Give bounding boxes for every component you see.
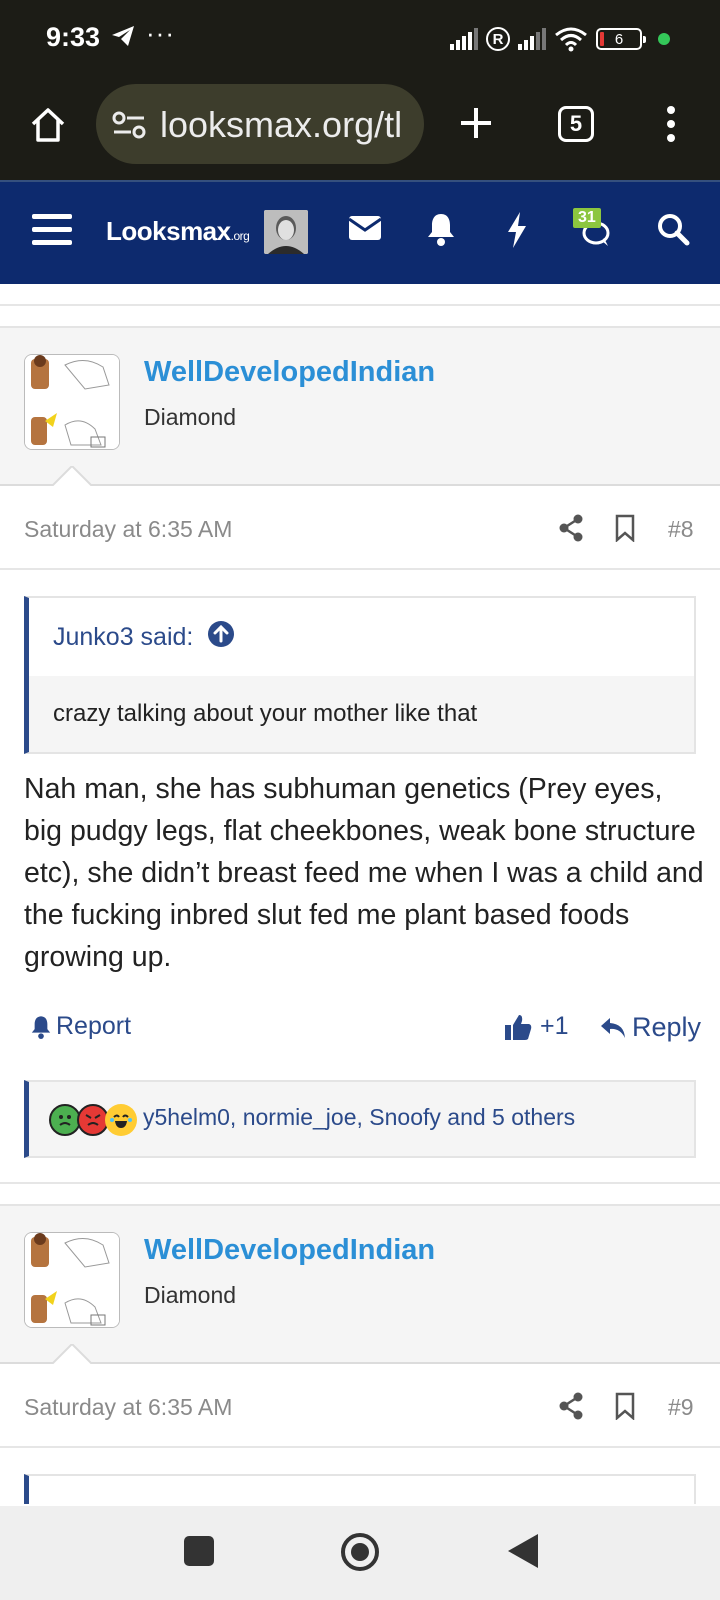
post-separator: [0, 1182, 720, 1204]
report-label: Report: [56, 1012, 132, 1040]
post-date[interactable]: Saturday at 6:35 AM: [24, 1394, 232, 1421]
status-icons: R 6: [450, 24, 670, 54]
quote-block: Junko3 said: crazy talking about your mo…: [24, 596, 696, 754]
post-user-block: WellDevelopedIndian Diamond: [0, 326, 720, 486]
reply-button[interactable]: Reply: [600, 1012, 701, 1043]
new-tab-icon[interactable]: [456, 98, 496, 153]
like-button[interactable]: +1: [504, 1012, 569, 1041]
post-meta: Saturday at 6:35 AM #8: [0, 490, 720, 570]
bell-icon: [31, 1015, 51, 1039]
reply-label: Reply: [632, 1012, 702, 1042]
status-bar: 9:33 ··· R 6: [0, 0, 720, 78]
recents-button[interactable]: [184, 1536, 214, 1566]
signal-icon: [518, 28, 546, 50]
quote-block: [24, 1474, 696, 1504]
battery-level: 6: [614, 30, 624, 48]
thumbs-up-icon: [505, 1014, 532, 1040]
privacy-indicator-icon: [658, 33, 670, 45]
home-icon[interactable]: [28, 105, 68, 150]
user-rank: Diamond: [144, 404, 237, 430]
username[interactable]: WellDevelopedIndian: [144, 356, 435, 389]
status-time: 9:33: [46, 22, 101, 52]
system-nav-bar: [0, 1506, 720, 1600]
home-button[interactable]: [340, 1532, 380, 1577]
quote-header[interactable]: Junko3 said:: [29, 598, 694, 676]
site-settings-icon[interactable]: [112, 111, 146, 144]
account-avatar[interactable]: [264, 210, 308, 254]
post-number[interactable]: #9: [668, 1394, 694, 1421]
address-bar[interactable]: looksmax.org/tl: [96, 84, 424, 164]
search-icon[interactable]: [656, 212, 690, 251]
lightning-icon[interactable]: [506, 212, 528, 253]
site-header: Looksmax.org 31: [0, 180, 720, 284]
logo-main: Looksmax: [106, 216, 231, 246]
post-number[interactable]: #8: [668, 516, 694, 543]
inbox-icon[interactable]: [348, 214, 382, 247]
share-icon[interactable]: [558, 514, 584, 547]
wifi-icon: [555, 27, 587, 52]
post-body: Nah man, she has subhuman genetics (Prey…: [24, 773, 704, 973]
laughing-emoji-icon: [105, 1104, 137, 1136]
telegram-icon: [110, 24, 136, 53]
user-avatar[interactable]: [24, 354, 120, 450]
more-notifications-icon: ···: [146, 18, 175, 48]
browser-toolbar: looksmax.org/tl 5: [0, 78, 720, 180]
reply-icon: [601, 1017, 625, 1038]
user-rank: Diamond: [144, 1282, 237, 1308]
back-button[interactable]: [506, 1532, 540, 1575]
like-count: +1: [540, 1012, 569, 1040]
post-actions: Report +1 Reply: [0, 1004, 720, 1052]
user-block-pointer: [52, 1344, 92, 1364]
roaming-icon: R: [486, 27, 510, 51]
url-text: looksmax.org/tl: [160, 104, 403, 145]
user-block-pointer: [52, 466, 92, 486]
logo-suffix: .org: [230, 229, 250, 243]
post-user-block: WellDevelopedIndian Diamond: [0, 1204, 720, 1364]
reaction-icons: [49, 1104, 137, 1136]
bookmark-icon[interactable]: [614, 514, 636, 547]
battery-icon: 6: [596, 28, 646, 50]
username[interactable]: WellDevelopedIndian: [144, 1234, 435, 1267]
report-button[interactable]: Report: [30, 1012, 131, 1041]
jump-to-quote-icon[interactable]: [207, 620, 235, 655]
signal-icon: [450, 28, 478, 50]
post-meta: Saturday at 6:35 AM #9: [0, 1368, 720, 1448]
site-logo[interactable]: Looksmax.org: [106, 216, 250, 247]
bookmark-icon[interactable]: [614, 1392, 636, 1425]
menu-icon[interactable]: [664, 104, 678, 149]
quote-author: Junko3 said:: [53, 622, 194, 651]
share-icon[interactable]: [558, 1392, 584, 1425]
bell-icon[interactable]: [426, 212, 456, 251]
reactions-users[interactable]: y5helm0, normie_joe, Snoofy and 5 others: [143, 1104, 575, 1131]
post-date[interactable]: Saturday at 6:35 AM: [24, 516, 232, 543]
conversations-badge: 31: [573, 208, 601, 228]
quote-text: crazy talking about your mother like tha…: [29, 676, 694, 752]
reactions-bar[interactable]: y5helm0, normie_joe, Snoofy and 5 others: [24, 1080, 696, 1158]
tab-switcher-button[interactable]: 5: [558, 106, 594, 142]
user-avatar[interactable]: [24, 1232, 120, 1328]
section-separator: [0, 284, 720, 306]
hamburger-menu-icon[interactable]: [32, 212, 72, 253]
